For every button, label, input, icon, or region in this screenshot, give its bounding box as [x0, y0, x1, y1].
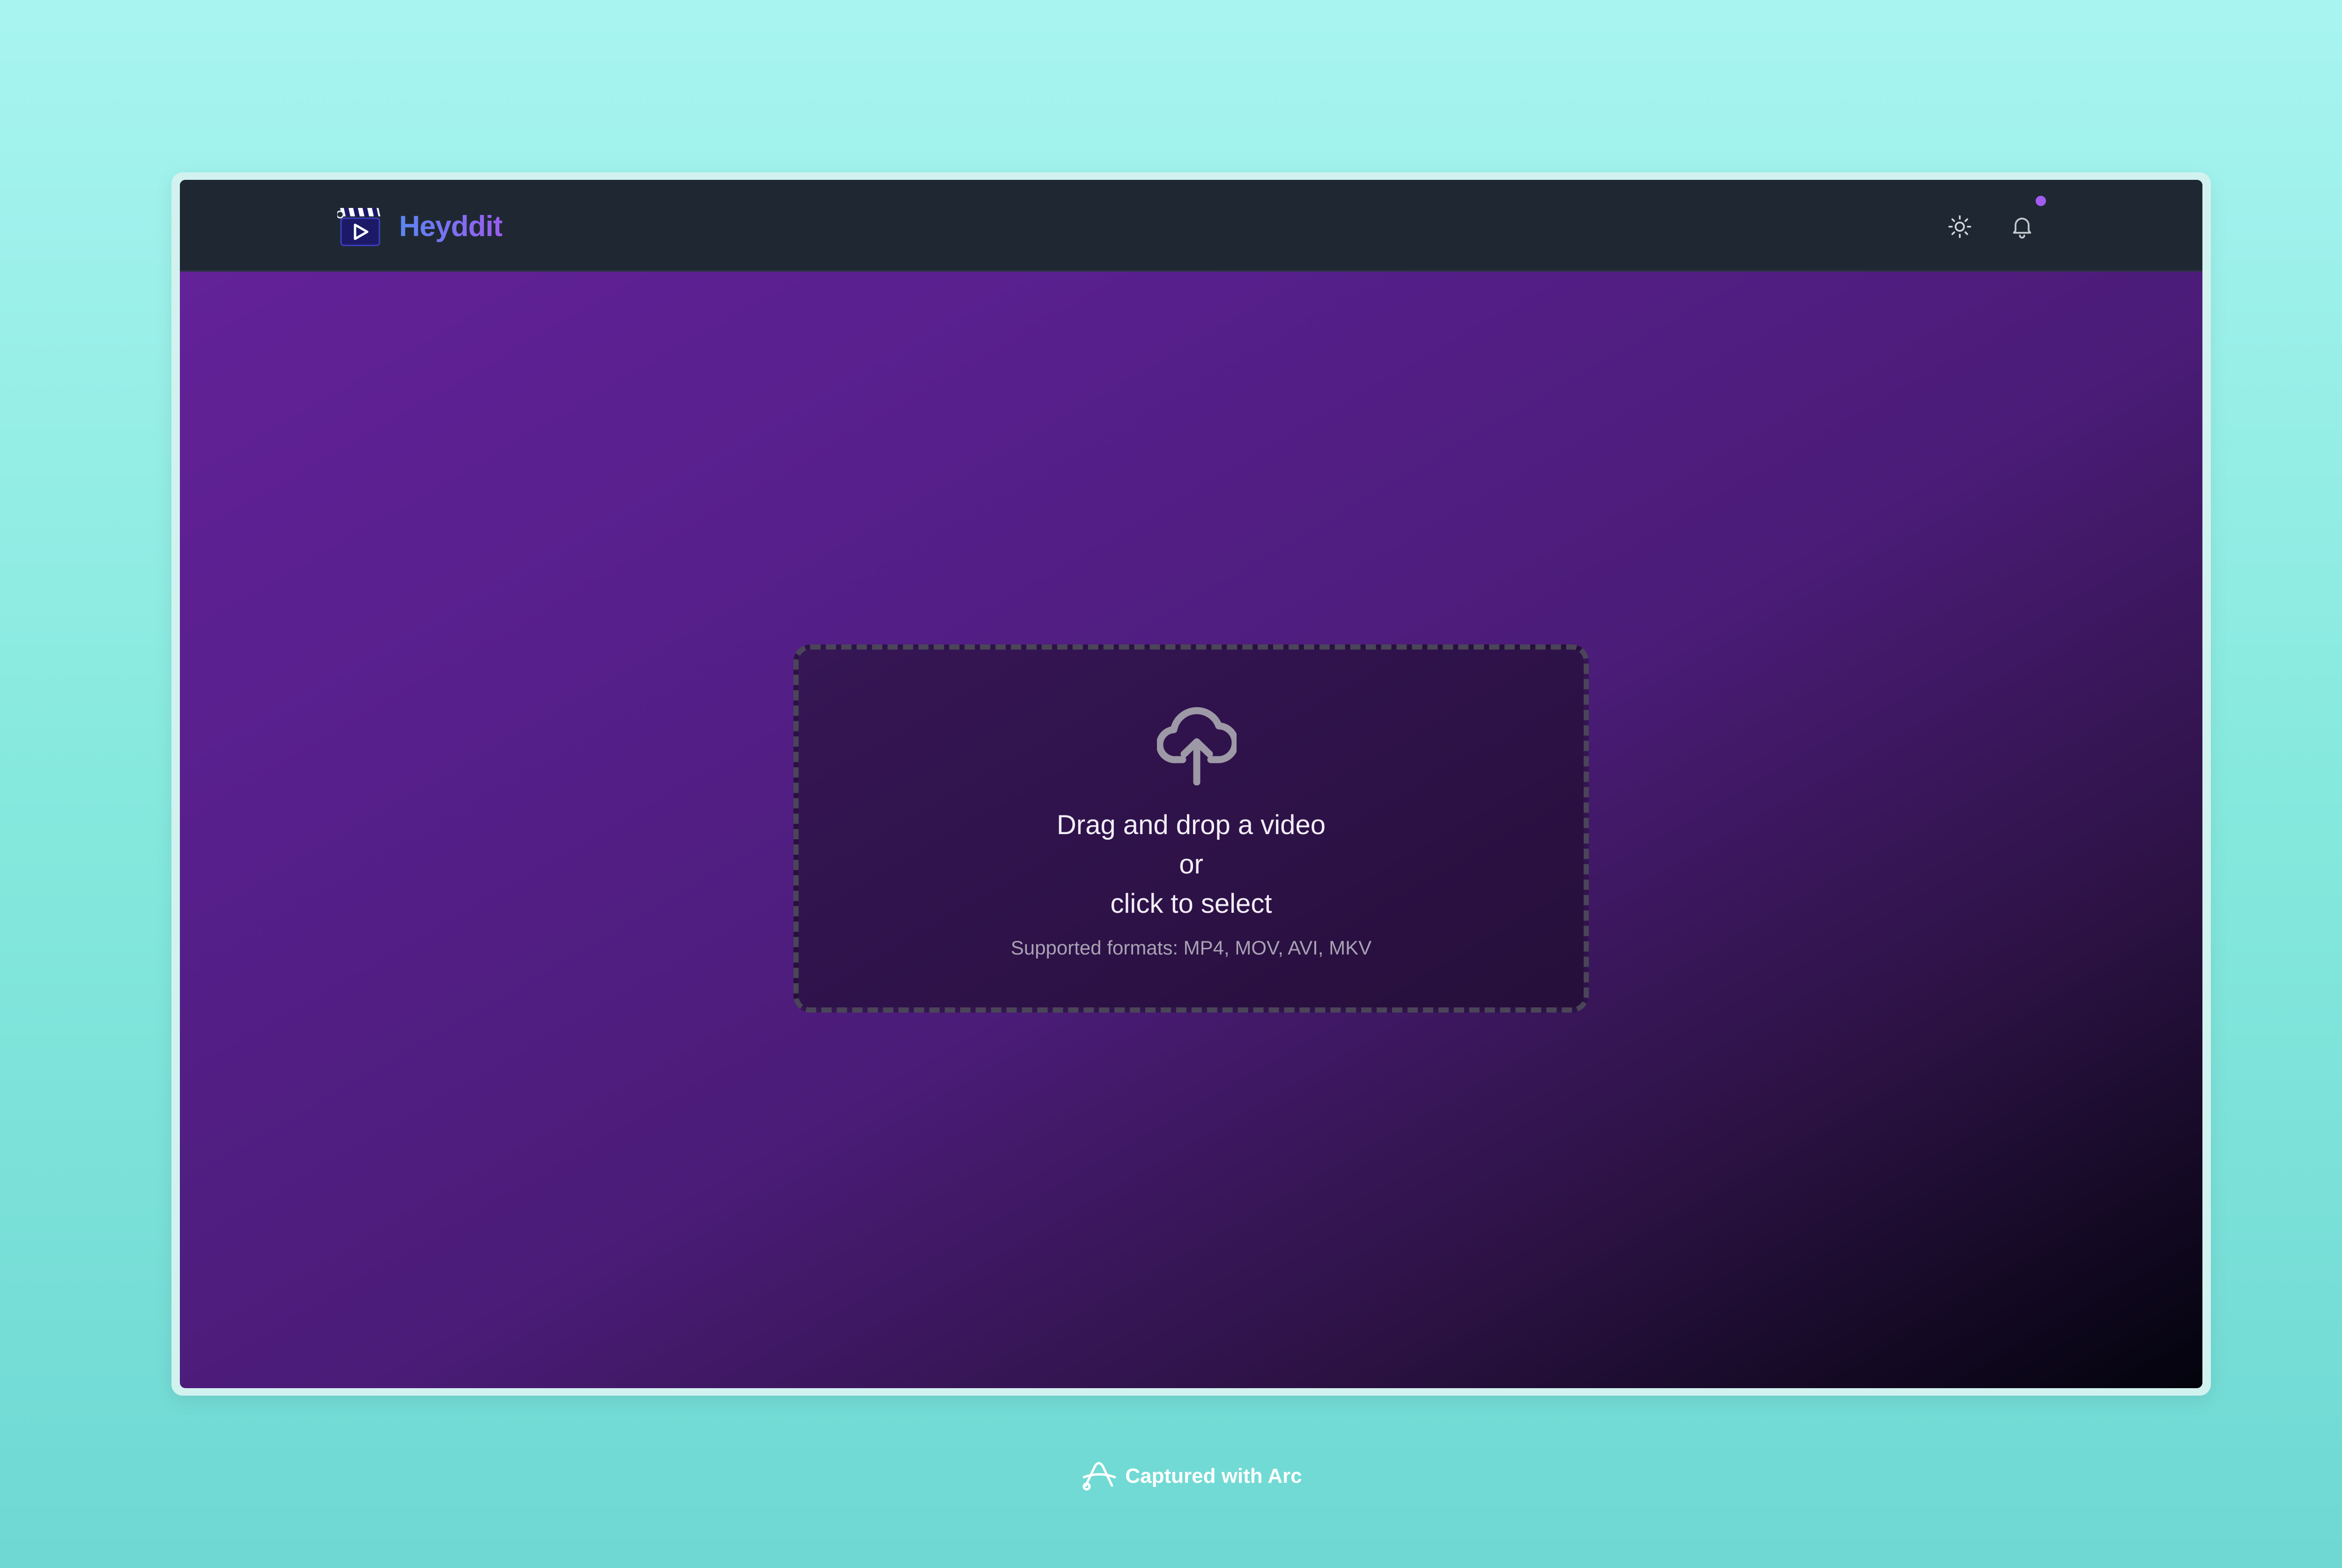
app-window: Heyddit Drag and drop a video or click t…	[180, 180, 2202, 1388]
brand-name: Heyddit	[399, 210, 503, 243]
notifications-button[interactable]	[2002, 206, 2042, 246]
top-navbar: Heyddit	[180, 180, 2202, 272]
clapperboard-logo-icon	[336, 206, 382, 246]
capture-footer: Captured with Arc	[0, 1461, 2342, 1491]
cloud-upload-icon	[1157, 707, 1237, 785]
notification-indicator-dot	[2036, 196, 2046, 206]
theme-toggle-button[interactable]	[1941, 208, 1979, 245]
bell-icon	[2013, 217, 2031, 239]
dropzone-select-text: click to select	[1110, 888, 1272, 919]
arc-logo-icon	[1082, 1462, 1116, 1491]
brand[interactable]: Heyddit	[336, 206, 503, 246]
dropzone-or-text: or	[1179, 849, 1203, 880]
sun-icon	[1948, 215, 1971, 238]
supported-formats-text: Supported formats: MP4, MOV, AVI, MKV	[1010, 937, 1372, 959]
dropzone-primary-text: Drag and drop a video	[1057, 810, 1326, 840]
footer-text: Captured with Arc	[1125, 1464, 1302, 1487]
video-dropzone[interactable]: Drag and drop a video or click to select…	[793, 644, 1589, 1013]
